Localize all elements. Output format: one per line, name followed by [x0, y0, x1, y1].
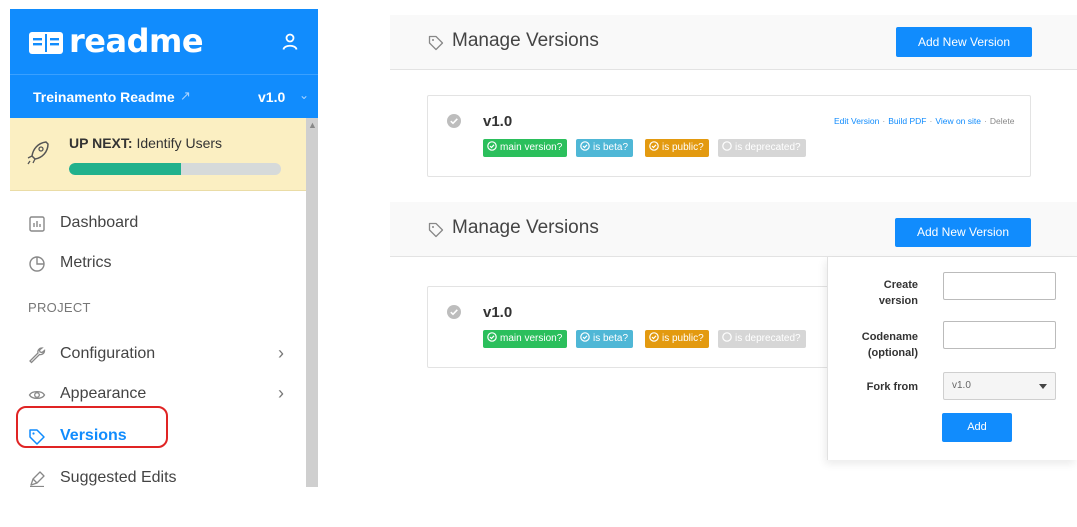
badge-label: is beta? — [593, 142, 629, 153]
chevron-right-icon: › — [278, 343, 284, 363]
sidebar-item-label: Configuration — [60, 345, 156, 362]
label-line: Create — [883, 279, 918, 291]
view-on-site-link[interactable]: View on site — [935, 116, 981, 126]
chevron-right-icon: › — [278, 383, 284, 403]
codename-input[interactable] — [943, 321, 1056, 349]
section-label-project: PROJECT — [28, 300, 91, 315]
user-icon[interactable] — [282, 33, 298, 51]
pie-chart-icon — [29, 256, 45, 272]
scroll-up-arrow[interactable]: ▲ — [308, 120, 317, 130]
badge-label: is public? — [662, 142, 704, 153]
book-icon — [29, 32, 63, 54]
badge-beta[interactable]: is beta? — [576, 330, 634, 348]
version-card: v1.0 main version? is beta? is public? i… — [427, 95, 1031, 177]
badge-label: main version? — [500, 333, 563, 344]
badge-label: main version? — [500, 142, 563, 153]
check-circle-icon — [649, 141, 659, 151]
check-circle-icon — [580, 141, 590, 151]
add-new-version-button[interactable]: Add New Version — [895, 218, 1031, 247]
separator: · — [984, 116, 987, 126]
badge-deprecated[interactable]: is deprecated? — [718, 139, 806, 157]
tag-icon — [428, 35, 444, 51]
check-circle-icon — [580, 332, 590, 342]
badge-label: is beta? — [593, 333, 629, 344]
wrench-icon — [29, 347, 46, 364]
tag-icon — [428, 222, 444, 238]
empty-circle-icon — [722, 332, 732, 342]
sidebar-item-label: Appearance — [60, 385, 147, 402]
sidebar-item-dashboard[interactable]: Dashboard — [10, 204, 306, 244]
badge-public[interactable]: is public? — [645, 330, 709, 348]
sidebar-item-label: Dashboard — [60, 214, 139, 231]
card-actions: Edit Version · Build PDF · View on site · Dele… — [834, 116, 1014, 126]
up-next-banner[interactable]: UP NEXT: Identify Users — [10, 118, 306, 191]
version-name: v1.0 — [483, 113, 513, 130]
badge-main-version[interactable]: main version? — [483, 330, 568, 348]
progress-fill — [69, 163, 182, 175]
logo-text[interactable]: readme — [69, 22, 204, 60]
check-circle-icon — [487, 332, 497, 342]
up-next-label: UP NEXT: Identify Users — [69, 135, 222, 151]
caret-down-icon — [1039, 384, 1047, 389]
fork-from-label: Fork from — [866, 381, 918, 393]
check-circle-icon — [447, 305, 461, 319]
delete-link[interactable]: Delete — [990, 116, 1015, 126]
edit-icon — [30, 471, 45, 487]
codename-label: Codename (optional) — [838, 329, 918, 361]
create-version-label: Create version — [838, 277, 918, 309]
badge-label: is deprecated? — [735, 333, 801, 344]
sidebar-scrollbar[interactable] — [306, 118, 318, 487]
project-name[interactable]: Treinamento Readme — [33, 89, 175, 105]
chevron-down-icon[interactable]: ⌄ — [299, 88, 309, 102]
badge-label: is deprecated? — [735, 142, 801, 153]
version-name: v1.0 — [483, 304, 513, 321]
add-version-submit-button[interactable]: Add — [942, 413, 1012, 442]
sidebar-item-label: Metrics — [60, 254, 112, 271]
progress-bar — [69, 163, 281, 175]
page-title: Manage Versions — [452, 217, 599, 238]
brand-header: readme — [10, 9, 318, 74]
badge-deprecated[interactable]: is deprecated? — [718, 330, 806, 348]
check-circle-icon — [487, 141, 497, 151]
create-version-popover: Create version Codename (optional) Fork … — [827, 257, 1077, 460]
sidebar-item-configuration[interactable]: Configuration › — [10, 335, 306, 375]
eye-icon — [28, 390, 46, 400]
badge-label: is public? — [662, 333, 704, 344]
dashboard-icon — [29, 216, 45, 232]
check-circle-icon — [649, 332, 659, 342]
fork-from-select[interactable]: v1.0 — [943, 372, 1056, 400]
edit-version-link[interactable]: Edit Version — [834, 116, 879, 126]
badge-beta[interactable]: is beta? — [576, 139, 634, 157]
highlight-annotation — [16, 406, 168, 448]
check-circle-icon — [447, 114, 461, 128]
sidebar-item-metrics[interactable]: Metrics — [10, 244, 306, 284]
label-line: (optional) — [867, 347, 918, 359]
separator: · — [882, 116, 886, 126]
empty-circle-icon — [722, 141, 732, 151]
badge-main-version[interactable]: main version? — [483, 139, 568, 157]
up-next-prefix: UP NEXT: — [69, 135, 133, 151]
page-title: Manage Versions — [452, 30, 599, 51]
version-selector[interactable]: v1.0 — [258, 89, 285, 105]
label-line: version — [878, 295, 918, 307]
sidebar-item-label: Suggested Edits — [60, 469, 177, 486]
build-pdf-link[interactable]: Build PDF — [888, 116, 926, 126]
sidebar-item-suggested-edits[interactable]: Suggested Edits — [10, 459, 306, 487]
rocket-icon — [27, 141, 49, 165]
up-next-task: Identify Users — [136, 135, 223, 151]
badge-public[interactable]: is public? — [645, 139, 709, 157]
add-new-version-button[interactable]: Add New Version — [896, 27, 1032, 57]
fork-from-value: v1.0 — [952, 380, 971, 391]
create-version-input[interactable] — [943, 272, 1056, 300]
label-line: Codename — [861, 331, 918, 343]
external-link-icon[interactable]: ↗ — [180, 88, 191, 104]
separator: · — [929, 116, 933, 126]
project-bar: Treinamento Readme ↗ v1.0 ⌄ — [10, 74, 318, 118]
